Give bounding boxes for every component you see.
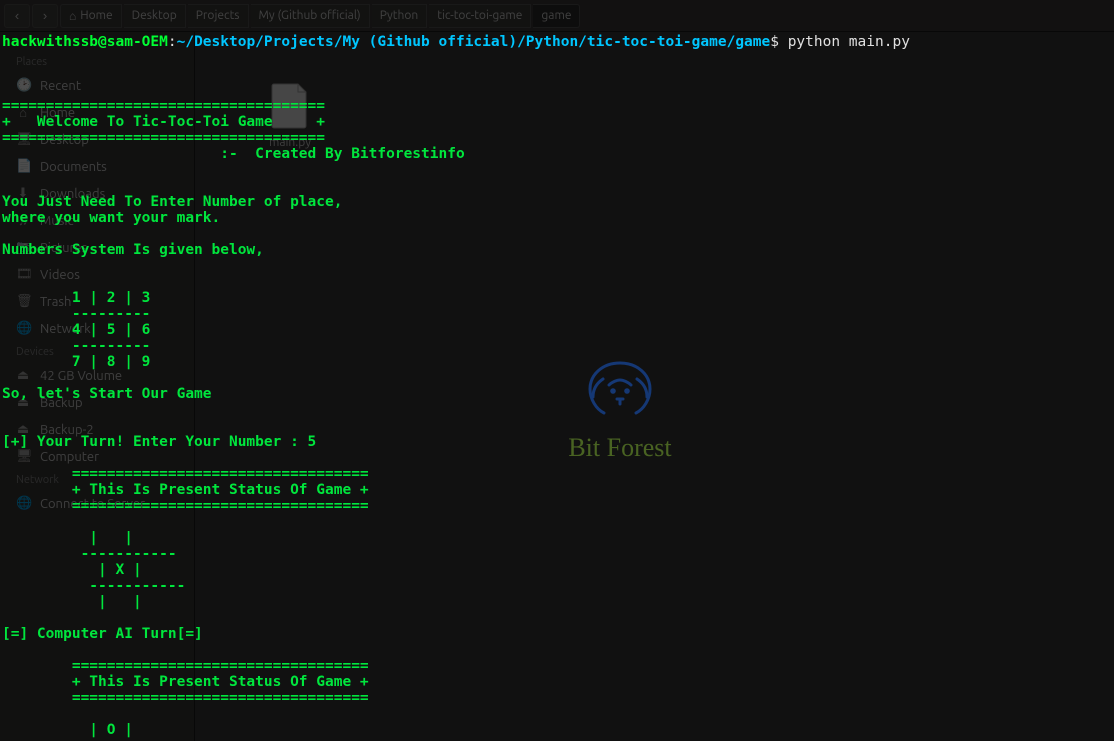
terminal-line: [2, 370, 1112, 386]
terminal-line: [2, 226, 1112, 242]
terminal-line: -----------: [2, 546, 1112, 562]
terminal-line: ==================================: [2, 498, 1112, 514]
terminal-line: [2, 82, 1112, 98]
terminal-line: 4 | 5 | 6: [2, 322, 1112, 338]
terminal-line: [2, 642, 1112, 658]
terminal-line: | O |: [2, 722, 1112, 738]
terminal-line: [2, 162, 1112, 178]
terminal-line: 1 | 2 | 3: [2, 290, 1112, 306]
terminal-line: [2, 450, 1112, 466]
terminal-line: You Just Need To Enter Number of place,: [2, 194, 1112, 210]
prompt-user-host: hackwithssb@sam-OEM: [2, 34, 168, 50]
terminal-line: Numbers System Is given below,: [2, 242, 1112, 258]
terminal-line: [+] Your Turn! Enter Your Number : 5: [2, 434, 1112, 450]
command-input[interactable]: python main.py: [788, 34, 910, 50]
terminal-line: -----------: [2, 578, 1112, 594]
terminal-line: where you want your mark.: [2, 210, 1112, 226]
terminal-line: [2, 610, 1112, 626]
terminal-line: ---------: [2, 338, 1112, 354]
terminal-output: =====================================+ W…: [2, 82, 1112, 741]
terminal-line: [2, 402, 1112, 418]
terminal-line: + This Is Present Status Of Game +: [2, 482, 1112, 498]
terminal-line: + Welcome To Tic-Toc-Toi Game +: [2, 114, 1112, 130]
terminal-line: | |: [2, 594, 1112, 610]
terminal-line: [2, 178, 1112, 194]
terminal-line: ==================================: [2, 658, 1112, 674]
terminal-line: ---------: [2, 306, 1112, 322]
terminal-line: So, let's Start Our Game: [2, 386, 1112, 402]
terminal-line: [=] Computer AI Turn[=]: [2, 626, 1112, 642]
terminal-line: [2, 706, 1112, 722]
terminal-line: ==================================: [2, 690, 1112, 706]
terminal-line: 7 | 8 | 9: [2, 354, 1112, 370]
terminal-line: [2, 274, 1112, 290]
terminal-line: =====================================: [2, 130, 1112, 146]
terminal-line: [2, 258, 1112, 274]
terminal-line: =====================================: [2, 98, 1112, 114]
terminal-line: [2, 514, 1112, 530]
terminal-line: + This Is Present Status Of Game +: [2, 674, 1112, 690]
prompt-path: ~/Desktop/Projects/My (Github official)/…: [177, 34, 771, 50]
terminal-line: | X |: [2, 562, 1112, 578]
terminal-prompt-line: hackwithssb@sam-OEM:~/Desktop/Projects/M…: [2, 34, 1112, 50]
terminal-line: ==================================: [2, 466, 1112, 482]
terminal-line: | |: [2, 530, 1112, 546]
terminal-window[interactable]: hackwithssb@sam-OEM:~/Desktop/Projects/M…: [0, 0, 1114, 741]
terminal-line: :- Created By Bitforestinfo: [2, 146, 1112, 162]
terminal-line: [2, 418, 1112, 434]
